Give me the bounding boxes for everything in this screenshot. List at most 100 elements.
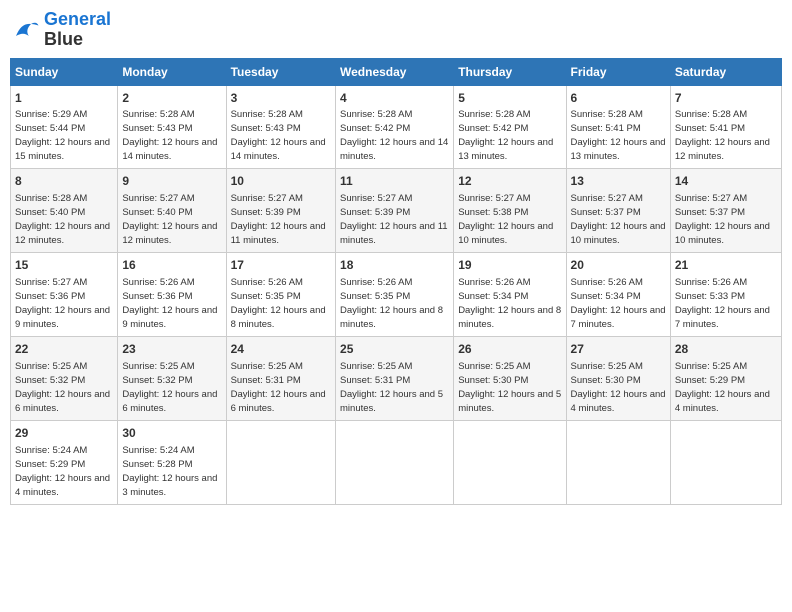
day-number: 20 [571, 257, 666, 274]
day-number: 22 [15, 341, 113, 358]
calendar-cell: 4 Sunrise: 5:28 AMSunset: 5:42 PMDayligh… [336, 85, 454, 169]
calendar-header-row: SundayMondayTuesdayWednesdayThursdayFrid… [11, 58, 782, 85]
page-header: GeneralBlue [10, 10, 782, 50]
day-info: Sunrise: 5:26 AMSunset: 5:35 PMDaylight:… [340, 277, 443, 330]
calendar-cell: 26 Sunrise: 5:25 AMSunset: 5:30 PMDaylig… [454, 336, 566, 420]
calendar-week-row: 1 Sunrise: 5:29 AMSunset: 5:44 PMDayligh… [11, 85, 782, 169]
day-info: Sunrise: 5:27 AMSunset: 5:37 PMDaylight:… [571, 193, 666, 246]
calendar-cell: 5 Sunrise: 5:28 AMSunset: 5:42 PMDayligh… [454, 85, 566, 169]
day-number: 10 [231, 173, 331, 190]
calendar-week-row: 22 Sunrise: 5:25 AMSunset: 5:32 PMDaylig… [11, 336, 782, 420]
day-info: Sunrise: 5:28 AMSunset: 5:42 PMDaylight:… [458, 109, 553, 162]
calendar-cell: 24 Sunrise: 5:25 AMSunset: 5:31 PMDaylig… [226, 336, 335, 420]
day-info: Sunrise: 5:27 AMSunset: 5:39 PMDaylight:… [231, 193, 326, 246]
calendar-cell: 14 Sunrise: 5:27 AMSunset: 5:37 PMDaylig… [670, 169, 781, 253]
day-number: 27 [571, 341, 666, 358]
day-info: Sunrise: 5:27 AMSunset: 5:37 PMDaylight:… [675, 193, 770, 246]
day-info: Sunrise: 5:25 AMSunset: 5:32 PMDaylight:… [15, 361, 110, 414]
day-info: Sunrise: 5:27 AMSunset: 5:38 PMDaylight:… [458, 193, 553, 246]
column-header-friday: Friday [566, 58, 670, 85]
day-number: 29 [15, 425, 113, 442]
day-info: Sunrise: 5:29 AMSunset: 5:44 PMDaylight:… [15, 109, 110, 162]
calendar-week-row: 8 Sunrise: 5:28 AMSunset: 5:40 PMDayligh… [11, 169, 782, 253]
logo-text: GeneralBlue [44, 10, 111, 50]
logo: GeneralBlue [10, 10, 111, 50]
day-number: 12 [458, 173, 561, 190]
day-info: Sunrise: 5:26 AMSunset: 5:34 PMDaylight:… [458, 277, 561, 330]
calendar-cell: 18 Sunrise: 5:26 AMSunset: 5:35 PMDaylig… [336, 253, 454, 337]
logo-icon [10, 15, 40, 45]
day-number: 16 [122, 257, 221, 274]
column-header-tuesday: Tuesday [226, 58, 335, 85]
day-number: 14 [675, 173, 777, 190]
day-info: Sunrise: 5:27 AMSunset: 5:40 PMDaylight:… [122, 193, 217, 246]
day-info: Sunrise: 5:28 AMSunset: 5:43 PMDaylight:… [231, 109, 326, 162]
day-number: 30 [122, 425, 221, 442]
calendar-cell: 7 Sunrise: 5:28 AMSunset: 5:41 PMDayligh… [670, 85, 781, 169]
day-number: 3 [231, 90, 331, 107]
day-number: 7 [675, 90, 777, 107]
calendar-cell: 21 Sunrise: 5:26 AMSunset: 5:33 PMDaylig… [670, 253, 781, 337]
calendar-cell: 9 Sunrise: 5:27 AMSunset: 5:40 PMDayligh… [118, 169, 226, 253]
calendar-cell: 8 Sunrise: 5:28 AMSunset: 5:40 PMDayligh… [11, 169, 118, 253]
day-info: Sunrise: 5:25 AMSunset: 5:29 PMDaylight:… [675, 361, 770, 414]
day-info: Sunrise: 5:26 AMSunset: 5:33 PMDaylight:… [675, 277, 770, 330]
day-number: 15 [15, 257, 113, 274]
day-number: 19 [458, 257, 561, 274]
calendar-cell: 1 Sunrise: 5:29 AMSunset: 5:44 PMDayligh… [11, 85, 118, 169]
calendar-cell: 17 Sunrise: 5:26 AMSunset: 5:35 PMDaylig… [226, 253, 335, 337]
day-info: Sunrise: 5:28 AMSunset: 5:43 PMDaylight:… [122, 109, 217, 162]
day-info: Sunrise: 5:25 AMSunset: 5:30 PMDaylight:… [571, 361, 666, 414]
calendar-cell: 27 Sunrise: 5:25 AMSunset: 5:30 PMDaylig… [566, 336, 670, 420]
calendar-cell: 15 Sunrise: 5:27 AMSunset: 5:36 PMDaylig… [11, 253, 118, 337]
day-info: Sunrise: 5:26 AMSunset: 5:34 PMDaylight:… [571, 277, 666, 330]
column-header-saturday: Saturday [670, 58, 781, 85]
calendar-cell: 3 Sunrise: 5:28 AMSunset: 5:43 PMDayligh… [226, 85, 335, 169]
day-number: 18 [340, 257, 449, 274]
calendar-cell: 23 Sunrise: 5:25 AMSunset: 5:32 PMDaylig… [118, 336, 226, 420]
column-header-sunday: Sunday [11, 58, 118, 85]
day-number: 1 [15, 90, 113, 107]
calendar-cell [670, 420, 781, 504]
column-header-thursday: Thursday [454, 58, 566, 85]
calendar-cell: 10 Sunrise: 5:27 AMSunset: 5:39 PMDaylig… [226, 169, 335, 253]
day-number: 5 [458, 90, 561, 107]
day-info: Sunrise: 5:27 AMSunset: 5:36 PMDaylight:… [15, 277, 110, 330]
day-number: 23 [122, 341, 221, 358]
day-number: 24 [231, 341, 331, 358]
calendar-cell [454, 420, 566, 504]
day-info: Sunrise: 5:28 AMSunset: 5:41 PMDaylight:… [571, 109, 666, 162]
calendar-cell: 29 Sunrise: 5:24 AMSunset: 5:29 PMDaylig… [11, 420, 118, 504]
calendar-cell: 30 Sunrise: 5:24 AMSunset: 5:28 PMDaylig… [118, 420, 226, 504]
day-number: 8 [15, 173, 113, 190]
calendar-cell [226, 420, 335, 504]
day-number: 28 [675, 341, 777, 358]
day-number: 21 [675, 257, 777, 274]
day-info: Sunrise: 5:25 AMSunset: 5:32 PMDaylight:… [122, 361, 217, 414]
calendar-table: SundayMondayTuesdayWednesdayThursdayFrid… [10, 58, 782, 505]
day-info: Sunrise: 5:28 AMSunset: 5:42 PMDaylight:… [340, 109, 448, 162]
calendar-cell: 12 Sunrise: 5:27 AMSunset: 5:38 PMDaylig… [454, 169, 566, 253]
day-info: Sunrise: 5:25 AMSunset: 5:31 PMDaylight:… [231, 361, 326, 414]
day-info: Sunrise: 5:25 AMSunset: 5:30 PMDaylight:… [458, 361, 561, 414]
day-info: Sunrise: 5:26 AMSunset: 5:36 PMDaylight:… [122, 277, 217, 330]
calendar-cell [336, 420, 454, 504]
day-info: Sunrise: 5:27 AMSunset: 5:39 PMDaylight:… [340, 193, 448, 246]
day-number: 13 [571, 173, 666, 190]
day-number: 25 [340, 341, 449, 358]
day-info: Sunrise: 5:26 AMSunset: 5:35 PMDaylight:… [231, 277, 326, 330]
day-info: Sunrise: 5:28 AMSunset: 5:40 PMDaylight:… [15, 193, 110, 246]
day-info: Sunrise: 5:24 AMSunset: 5:29 PMDaylight:… [15, 445, 110, 498]
column-header-monday: Monday [118, 58, 226, 85]
calendar-cell: 16 Sunrise: 5:26 AMSunset: 5:36 PMDaylig… [118, 253, 226, 337]
day-number: 4 [340, 90, 449, 107]
day-number: 9 [122, 173, 221, 190]
calendar-cell: 20 Sunrise: 5:26 AMSunset: 5:34 PMDaylig… [566, 253, 670, 337]
day-number: 2 [122, 90, 221, 107]
day-number: 6 [571, 90, 666, 107]
calendar-week-row: 15 Sunrise: 5:27 AMSunset: 5:36 PMDaylig… [11, 253, 782, 337]
calendar-cell: 11 Sunrise: 5:27 AMSunset: 5:39 PMDaylig… [336, 169, 454, 253]
calendar-week-row: 29 Sunrise: 5:24 AMSunset: 5:29 PMDaylig… [11, 420, 782, 504]
day-info: Sunrise: 5:25 AMSunset: 5:31 PMDaylight:… [340, 361, 443, 414]
calendar-cell: 25 Sunrise: 5:25 AMSunset: 5:31 PMDaylig… [336, 336, 454, 420]
